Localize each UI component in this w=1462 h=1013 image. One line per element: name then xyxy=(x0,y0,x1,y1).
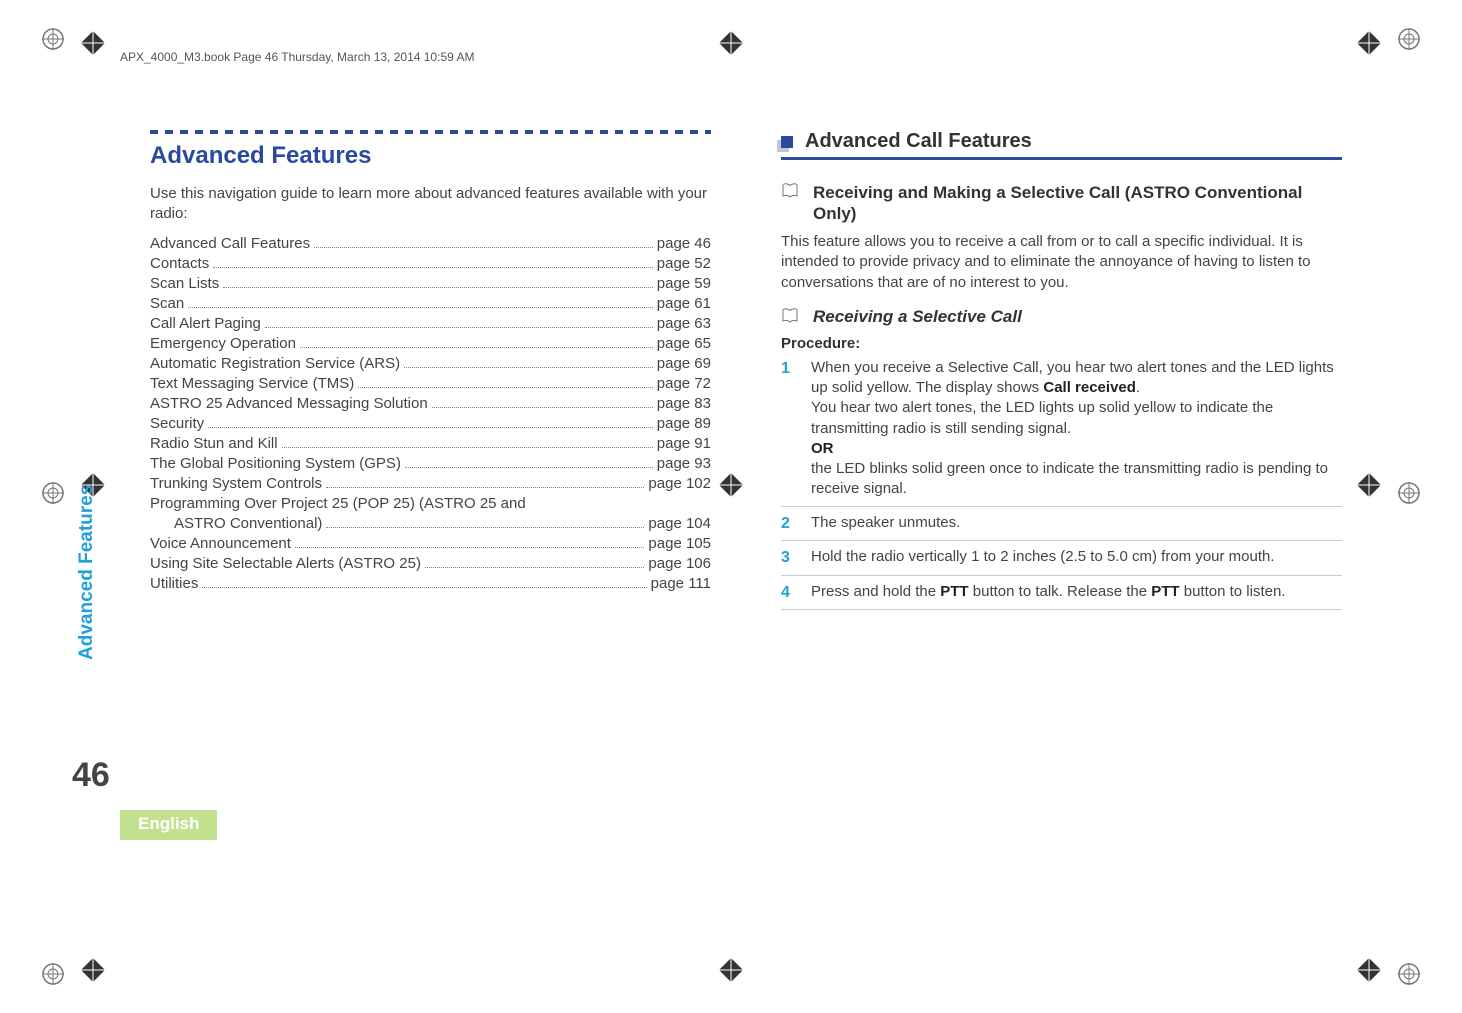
toc-item: Contactspage 52 xyxy=(150,255,711,272)
subsection-rule xyxy=(781,157,1342,160)
square-bullet-icon xyxy=(781,136,793,148)
section-title: Advanced Features xyxy=(150,142,711,170)
procedure-step: 2 The speaker unmutes. xyxy=(781,513,1342,542)
toc-item: Emergency Operationpage 65 xyxy=(150,335,711,352)
registration-mark-icon xyxy=(1398,963,1420,985)
step-body: When you receive a Selective Call, you h… xyxy=(811,358,1342,500)
toc-item: Radio Stun and Killpage 91 xyxy=(150,435,711,452)
crop-mark-icon xyxy=(716,955,746,985)
registration-mark-icon xyxy=(42,963,64,985)
crop-mark-icon xyxy=(1354,470,1384,500)
toc-item: Advanced Call Features page 46 xyxy=(150,235,711,252)
procedure-label: Procedure: xyxy=(781,335,1342,352)
page-number: 46 xyxy=(72,756,110,795)
table-of-contents: Advanced Call Features page 46 Contactspa… xyxy=(150,235,711,592)
procedure-step: 1 When you receive a Selective Call, you… xyxy=(781,358,1342,507)
right-column: Advanced Call Features Receiving and Mak… xyxy=(781,130,1342,893)
toc-item: Voice Announcementpage 105 xyxy=(150,535,711,552)
topic-title: Receiving a Selective Call xyxy=(813,307,1022,327)
step-number: 3 xyxy=(781,547,795,569)
toc-item: Securitypage 89 xyxy=(150,415,711,432)
left-column: Advanced Features Use this navigation gu… xyxy=(150,130,711,893)
toc-item: Scan Listspage 59 xyxy=(150,275,711,292)
toc-item: Trunking System Controlspage 102 xyxy=(150,475,711,492)
crop-mark-icon xyxy=(1354,955,1384,985)
book-icon xyxy=(781,182,799,200)
step-body: The speaker unmutes. xyxy=(811,513,1342,535)
book-icon xyxy=(781,307,799,325)
toc-item: Using Site Selectable Alerts (ASTRO 25)p… xyxy=(150,555,711,572)
crop-mark-icon xyxy=(716,28,746,58)
toc-item: Automatic Registration Service (ARS)page… xyxy=(150,355,711,372)
toc-label: Advanced Call Features xyxy=(150,235,310,252)
intro-text: Use this navigation guide to learn more … xyxy=(150,184,711,225)
procedure-step: 4 Press and hold the PTT button to talk.… xyxy=(781,582,1342,611)
side-tab-label: Advanced Features xyxy=(76,485,98,660)
topic-body: This feature allows you to receive a cal… xyxy=(781,232,1342,293)
toc-item: Programming Over Project 25 (POP 25) (AS… xyxy=(150,495,711,512)
step-body: Press and hold the PTT button to talk. R… xyxy=(811,582,1342,604)
crop-mark-icon xyxy=(1354,28,1384,58)
display-text: Call received xyxy=(1043,379,1136,396)
step-number: 1 xyxy=(781,358,795,500)
print-header: APX_4000_M3.book Page 46 Thursday, March… xyxy=(120,50,474,64)
topic-title: Receiving and Making a Selective Call (A… xyxy=(813,182,1342,225)
toc-item: Call Alert Pagingpage 63 xyxy=(150,315,711,332)
section-rule xyxy=(150,130,711,134)
toc-item: Text Messaging Service (TMS)page 72 xyxy=(150,375,711,392)
procedure-step: 3 Hold the radio vertically 1 to 2 inche… xyxy=(781,547,1342,576)
step-number: 4 xyxy=(781,582,795,604)
registration-mark-icon xyxy=(42,482,64,504)
toc-item: ASTRO 25 Advanced Messaging Solutionpage… xyxy=(150,395,711,412)
registration-mark-icon xyxy=(1398,28,1420,50)
crop-mark-icon xyxy=(78,28,108,58)
crop-mark-icon xyxy=(78,955,108,985)
subsection-title: Advanced Call Features xyxy=(805,130,1032,153)
registration-mark-icon xyxy=(1398,482,1420,504)
toc-item: The Global Positioning System (GPS)page … xyxy=(150,455,711,472)
step-number: 2 xyxy=(781,513,795,535)
toc-page: page 46 xyxy=(657,235,711,252)
toc-item: Utilitiespage 111 xyxy=(150,575,711,592)
registration-mark-icon xyxy=(42,28,64,50)
toc-item-sub: ASTRO Conventional)page 104 xyxy=(150,515,711,532)
step-body: Hold the radio vertically 1 to 2 inches … xyxy=(811,547,1342,569)
toc-item: Scanpage 61 xyxy=(150,295,711,312)
